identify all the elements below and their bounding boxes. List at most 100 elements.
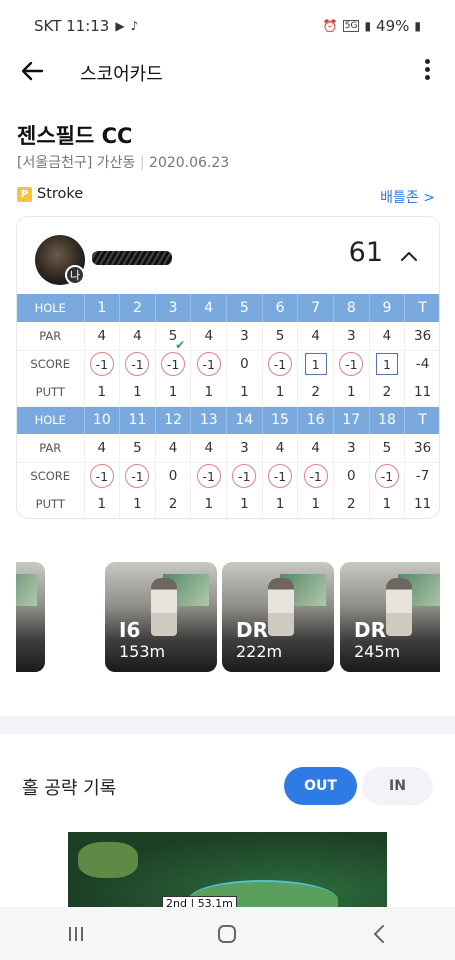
shot-club: DR <box>236 618 269 642</box>
putt-cell: 1 <box>119 378 156 407</box>
system-nav-bar <box>0 907 455 960</box>
section-divider <box>0 716 455 734</box>
score-cell: 0 <box>333 462 370 490</box>
recent-apps-button[interactable] <box>56 914 96 954</box>
row-label: HOLE <box>17 294 85 322</box>
check-icon: ✔ <box>175 338 186 353</box>
birdie-mark: -1 <box>125 352 150 377</box>
home-button[interactable] <box>207 914 247 954</box>
tab-in[interactable]: IN <box>362 767 433 805</box>
par-cell: 4 <box>297 434 334 463</box>
shot-video-thumb[interactable]: DR 245m <box>340 562 440 672</box>
shot-video-thumb[interactable]: 529m <box>16 562 45 672</box>
putt-cell: 1 <box>333 378 370 407</box>
putt-cell: 1 <box>262 378 299 407</box>
shot-video-thumb[interactable]: I6 153m <box>105 562 217 672</box>
score-cell: -1 <box>333 350 370 378</box>
birdie-mark: -1 <box>89 464 114 489</box>
round-date: 2020.06.23 <box>149 155 230 171</box>
collapse-button[interactable] <box>399 247 419 267</box>
game-mode: P Stroke <box>17 186 83 202</box>
back-button[interactable] <box>18 56 48 86</box>
battle-zone-link[interactable]: 배틀존 > <box>380 187 435 207</box>
hole-cell: 7 <box>297 294 334 322</box>
mode-badge: P <box>17 186 32 202</box>
meta-divider: | <box>139 155 150 171</box>
hole-cell: 9 <box>369 294 406 322</box>
par-cell: 4 <box>262 434 299 463</box>
home-icon <box>218 924 237 943</box>
hole-cell: 12 <box>155 406 192 434</box>
score-cell: -1 <box>262 462 299 490</box>
putt-cell: 2 <box>297 378 334 407</box>
shot-video-thumb[interactable]: DR 222m <box>222 562 334 672</box>
shot-video-list: 529mI6153mDR222mDR245m <box>16 562 440 674</box>
battery-percent: 49% <box>376 17 410 35</box>
app-bar: 스코어카드 <box>0 52 455 92</box>
birdie-mark: -1 <box>196 464 221 489</box>
hole-cell: 6 <box>262 294 299 322</box>
hole-cell: 14 <box>226 406 263 434</box>
birdie-mark: -1 <box>268 464 293 489</box>
hole-cell: T <box>404 406 439 434</box>
back-hole-row: HOLE 10 11 12 13 14 15 16 17 18 T <box>17 406 439 434</box>
page-title: 스코어카드 <box>80 64 163 85</box>
golfer-figure <box>268 578 294 636</box>
par-cell: 4 <box>297 322 334 351</box>
score-cell: -1 <box>84 350 121 378</box>
hole-cell: 8 <box>333 294 370 322</box>
birdie-mark: -1 <box>268 352 293 377</box>
par-cell: 4 <box>190 322 228 351</box>
hole-map[interactable]: 2nd | 53.1m <box>68 832 387 910</box>
front-score-row: SCORE -1 -1 -1 ✔ -1 0 -1 1 -1 1 -4 <box>17 338 439 378</box>
hole-cell: 10 <box>84 406 121 434</box>
putt-cell: 1 <box>155 378 192 407</box>
chevron-up-icon <box>401 252 417 261</box>
scorecard-panel: 나 61 HOLE 1 2 3 4 5 6 7 8 9 T PAR 4 4 5 4 3 5 4 3 4 36 SCORE -1… <box>16 216 440 519</box>
par-cell: 4 <box>84 322 121 351</box>
hole-cell: 5 <box>226 294 263 322</box>
youtube-icon: ▶ <box>115 19 125 33</box>
score-cell: -1 <box>190 350 228 378</box>
score-table: HOLE 1 2 3 4 5 6 7 8 9 T PAR 4 4 5 4 3 5 4 3 4 36 SCORE -1 -1 -1 ✔… <box>17 294 439 518</box>
row-label: SCORE <box>17 462 85 490</box>
hole-cell: 16 <box>297 406 334 434</box>
status-bar: SKT 11:13 ▶ ♪ ⏰ 5G ▮ 49% ▮ <box>0 0 455 52</box>
score-cell: -1 <box>226 462 263 490</box>
shot-distance: 153m <box>119 642 166 661</box>
score-cell: -1 <box>190 462 228 490</box>
birdie-mark: -1 <box>125 464 150 489</box>
hole-cell: 4 <box>190 294 228 322</box>
score-cell: 1 <box>369 350 406 378</box>
music-note-icon: ♪ <box>130 19 139 33</box>
shot-distance: 245m <box>354 642 401 661</box>
par-cell: 36 <box>404 434 439 463</box>
putt-cell: 1 <box>369 490 406 518</box>
par-cell: 3 <box>333 322 370 351</box>
hole-cell: T <box>404 294 439 322</box>
shot-club: I6 <box>119 618 141 642</box>
total-score: 61 <box>348 237 383 268</box>
par-cell: 5 <box>262 322 299 351</box>
hole-record-title: 홀 공략 기록 <box>22 778 117 799</box>
course-name: 젠스필드 CC <box>17 124 133 148</box>
par-cell: 4 <box>155 434 192 463</box>
hole-cell: 13 <box>190 406 228 434</box>
system-back-button[interactable] <box>359 914 399 954</box>
par-cell: 4 <box>84 434 121 463</box>
putt-cell: 1 <box>190 490 228 518</box>
putt-cell: 2 <box>155 490 192 518</box>
more-options-button[interactable] <box>415 56 439 86</box>
hole-cell: 1 <box>84 294 121 322</box>
hole-cell: 15 <box>262 406 299 434</box>
course-region: [서울금천구] 가산동 <box>17 155 136 171</box>
putt-cell: 1 <box>226 490 263 518</box>
player-name-redacted <box>92 251 172 265</box>
dot <box>424 75 430 80</box>
recent-apps-icon <box>68 926 83 941</box>
score-cell: 0 <box>226 350 263 378</box>
tab-out[interactable]: OUT <box>284 767 357 805</box>
score-cell: 1 <box>297 350 334 378</box>
mode-label: Stroke <box>37 186 84 202</box>
par-cell: 4 <box>119 322 156 351</box>
